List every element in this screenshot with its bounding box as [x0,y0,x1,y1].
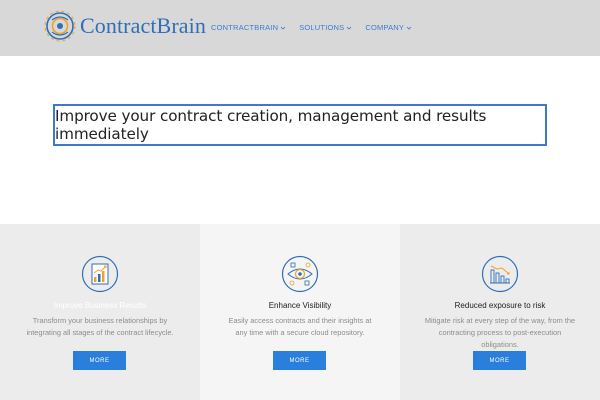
nav-item-label: COMPANY [365,23,405,32]
feature-card-risk: Reduced exposure to risk Mitigate risk a… [400,224,600,400]
nav-item-contractbrain[interactable]: CONTRACTBRAIN [211,23,286,32]
chevron-down-icon [347,26,352,30]
more-button[interactable]: MORE [273,351,326,370]
visibility-eye-icon [281,255,319,293]
chevron-down-icon [280,26,286,30]
hero-banner: Improve your contract creation, manageme… [53,104,547,146]
nav-item-label: CONTRACTBRAIN [211,23,279,32]
nav-item-solutions[interactable]: SOLUTIONS [299,23,352,32]
feature-title: Enhance Visibility [268,301,332,310]
feature-card-visibility: Enhance Visibility Easily access contrac… [200,224,400,400]
brain-gear-logo-icon [44,10,76,42]
feature-title: Improve Business Results [53,301,147,310]
hero-headline: Improve your contract creation, manageme… [55,107,487,143]
feature-title: Reduced exposure to risk [454,301,546,310]
feature-card-business-results: Improve Business Results Transform your … [0,224,200,400]
feature-section: Improve Business Results Transform your … [0,224,600,400]
more-button[interactable]: MORE [473,351,526,370]
feature-description: Mitigate risk at every step of the way, … [424,316,576,349]
nav-item-label: SOLUTIONS [299,23,345,32]
feature-description: Transform your business relationships by… [26,316,174,337]
risk-chart-icon [481,255,519,293]
growth-chart-icon [81,255,119,293]
chevron-down-icon [406,26,412,30]
nav-item-company[interactable]: COMPANY [365,23,412,32]
more-button[interactable]: MORE [73,351,126,370]
site-header: ContractBrain CONTRACTBRAIN SOLUTIONS CO… [0,0,600,56]
brand-logo[interactable]: ContractBrain [44,10,206,42]
feature-description: Easily access contracts and their insigh… [228,316,372,337]
brand-name: ContractBrain [80,13,206,38]
main-nav: CONTRACTBRAIN SOLUTIONS COMPANY [211,23,425,32]
